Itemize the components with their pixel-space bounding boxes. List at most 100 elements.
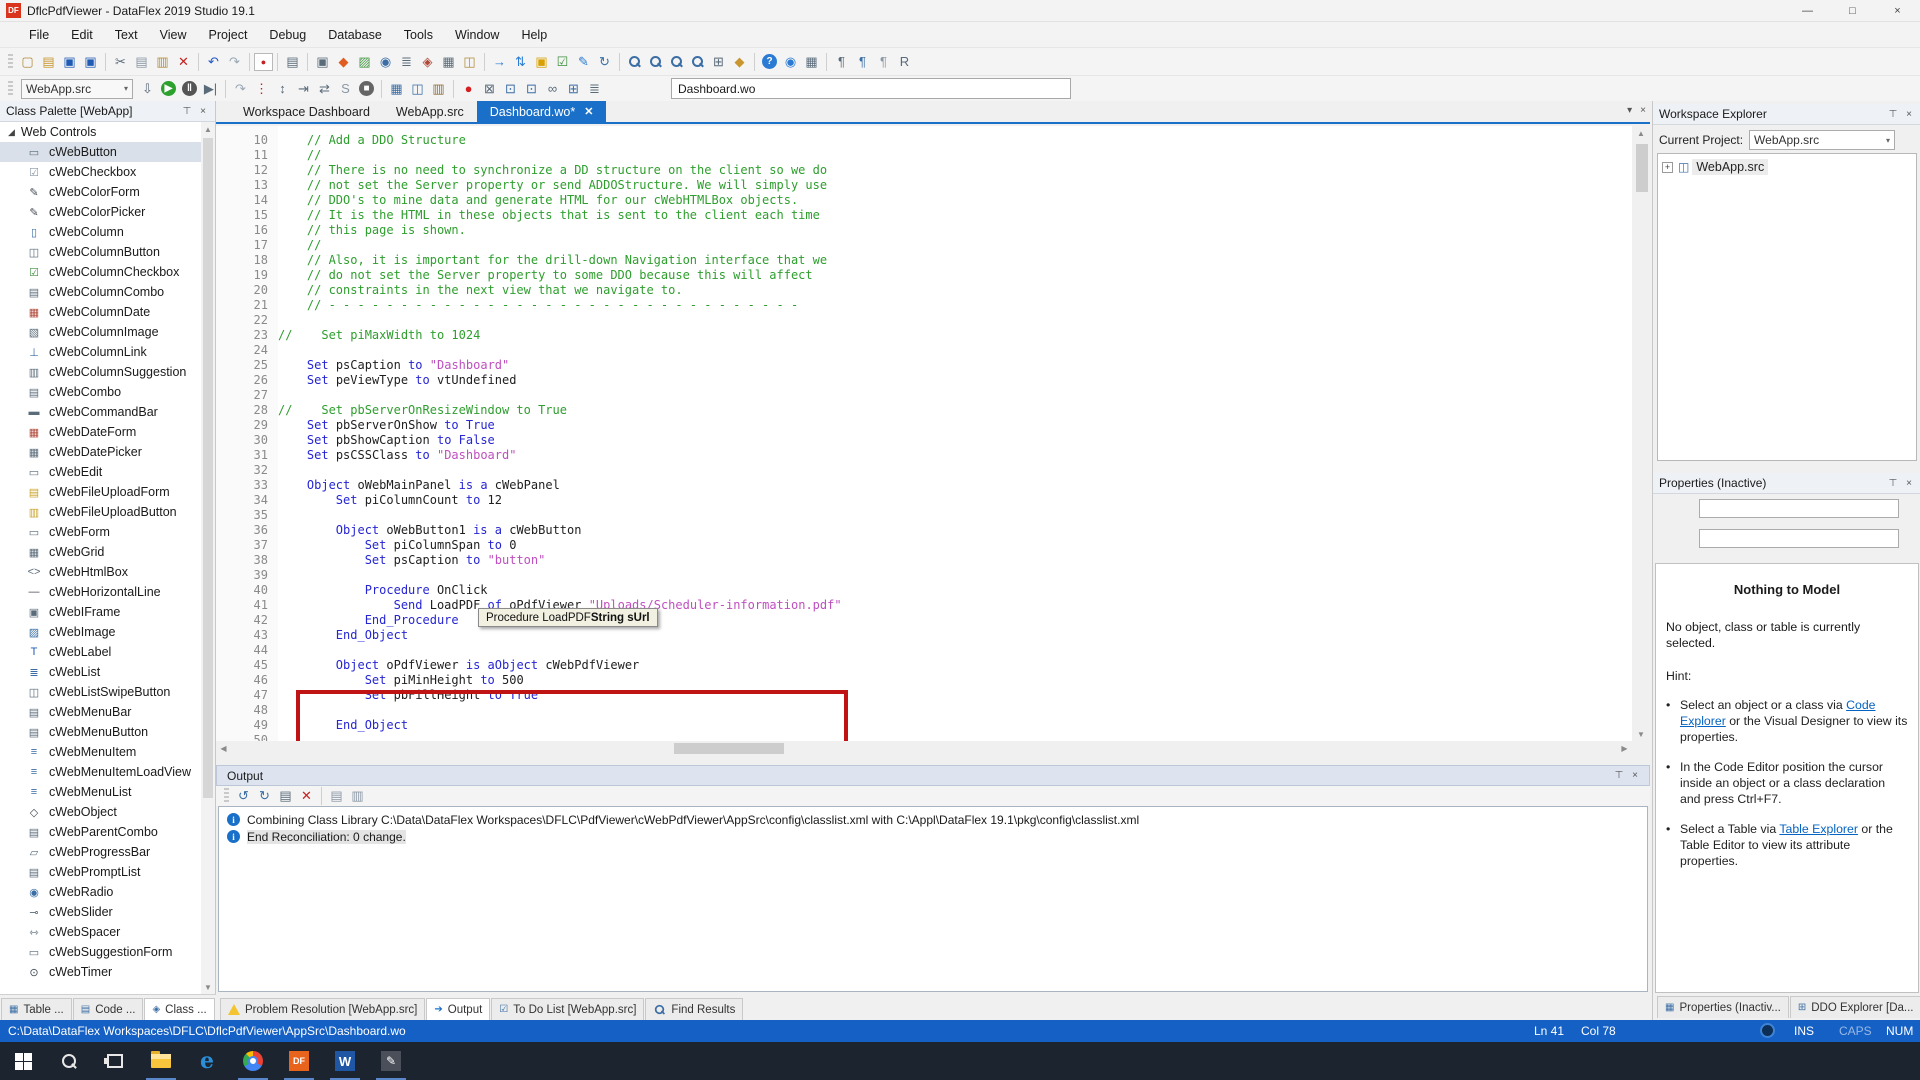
palette-item-cwebfileuploadform[interactable]: ▤cWebFileUploadForm [0,482,202,502]
run-to-cursor-icon[interactable]: ▶| [200,78,221,99]
image-tool-icon[interactable]: ▨ [354,51,375,72]
pen-app-icon[interactable]: ✎ [368,1042,414,1080]
open-workspace-icon[interactable]: ▤ [38,51,59,72]
scroll-down-icon[interactable]: ▼ [1634,727,1648,741]
menu-database[interactable]: Database [317,25,393,45]
task-view-icon[interactable] [92,1042,138,1080]
tab-list-chevron-icon[interactable]: ▾ [1627,105,1632,116]
palette-item-cwebcommandbar[interactable]: ▬cWebCommandBar [0,402,202,422]
check-tool-icon[interactable]: ☑ [552,51,573,72]
palette-item-cweblist[interactable]: ≣cWebList [0,662,202,682]
dock-tab-ddoexplorerda[interactable]: ⊞DDO Explorer [Da... [1790,996,1920,1018]
tree-node-webapp[interactable]: + ◫ WebApp.src [1662,159,1912,175]
edge-icon[interactable]: e [184,1042,230,1080]
palette-tab-code[interactable]: ▤Code ... [73,998,144,1020]
scroll-up-icon[interactable]: ▲ [1634,126,1648,140]
menu-view[interactable]: View [149,25,198,45]
palette-item-cwebedit[interactable]: ▭cWebEdit [0,462,202,482]
records-icon[interactable]: R [894,51,915,72]
palette-item-cwebslider[interactable]: ⊸cWebSlider [0,902,202,922]
editor-tab-webapp.src[interactable]: WebApp.src [383,101,477,122]
palette-item-cwebfileuploadbutton[interactable]: ▥cWebFileUploadButton [0,502,202,522]
palette-tab-class[interactable]: ◈Class ... [144,998,214,1020]
bottom-tab-output[interactable]: ➔Output [426,998,490,1020]
output-line[interactable]: iEnd Reconciliation: 0 change. [219,828,1647,845]
palette-item-cweblabel[interactable]: TcWebLabel [0,642,202,662]
sync-icon[interactable]: ⇅ [510,51,531,72]
table-delete-icon[interactable]: ⊠ [479,78,500,99]
palette-item-cwebparentcombo[interactable]: ▤cWebParentCombo [0,822,202,842]
workspace-explorer-tree[interactable]: + ◫ WebApp.src [1657,153,1917,461]
palette-item-cwebcolumn[interactable]: ▯cWebColumn [0,222,202,242]
menu-file[interactable]: File [18,25,60,45]
menu-tools[interactable]: Tools [393,25,444,45]
scrollbar-thumb[interactable] [674,743,784,754]
list-tool-icon[interactable]: ≣ [396,51,417,72]
deploy-icon[interactable]: ⇩ [137,78,158,99]
find-previous-icon[interactable] [666,51,687,72]
pin-icon[interactable]: ⊤ [1611,768,1627,784]
binoculars-icon[interactable]: ∞ [542,78,563,99]
palette-item-cwebcolumndate[interactable]: ▦cWebColumnDate [0,302,202,322]
current-project-combo[interactable]: WebApp.src ▾ [1749,130,1895,150]
scroll-up-icon[interactable]: ▲ [201,122,215,136]
indent-paragraph-icon[interactable]: ¶ [831,51,852,72]
file-explorer-icon[interactable] [138,1042,184,1080]
palette-item-cwebcolumncheckbox[interactable]: ☑cWebColumnCheckbox [0,262,202,282]
palette-item-cwebcolumncombo[interactable]: ▤cWebColumnCombo [0,282,202,302]
bottom-tab-findresults[interactable]: Find Results [645,998,743,1020]
pin-icon[interactable]: ⊤ [1885,106,1901,122]
code-explorer-link[interactable]: Code Explorer [1680,698,1876,728]
palette-item-cwebimage[interactable]: ▨cWebImage [0,622,202,642]
help-icon[interactable]: ? [759,51,780,72]
undo-icon[interactable]: ↶ [203,51,224,72]
table-open-icon[interactable]: ▥ [428,78,449,99]
next-message-icon[interactable]: ↻ [254,786,275,807]
palette-item-cwebspacer[interactable]: ⇿cWebSpacer [0,922,202,942]
word-icon[interactable]: W [322,1042,368,1080]
find-in-files-icon[interactable] [687,51,708,72]
dock-tab-propertiesinactiv[interactable]: ▦Properties (Inactiv... [1657,996,1789,1018]
grid-switch-icon[interactable]: ⊞ [563,78,584,99]
scroll-left-icon[interactable]: ◀ [216,741,231,756]
output-content[interactable]: iCombining Class Library C:\Data\DataFle… [218,806,1648,992]
start-button[interactable] [0,1042,46,1080]
step-into-icon[interactable]: ⇥ [293,78,314,99]
paragraph-marks-icon[interactable]: ¶ [873,51,894,72]
save-icon[interactable]: ▣ [59,51,80,72]
menu-help[interactable]: Help [510,25,558,45]
tree-expander-icon[interactable]: + [1662,162,1673,173]
pin-icon[interactable]: ⊤ [179,103,195,119]
palette-item-cwebradio[interactable]: ◉cWebRadio [0,882,202,902]
palette-tool-icon[interactable]: ◈ [417,51,438,72]
palette-item-cwebhorizontalline[interactable]: —cWebHorizontalLine [0,582,202,602]
palette-item-cwebcolumnlink[interactable]: ⊥cWebColumnLink [0,342,202,362]
close-document-icon[interactable]: × [1640,105,1646,116]
class-palette-scrollbar[interactable]: ▲ ▼ [201,122,215,994]
copy-icon[interactable]: ▤ [131,51,152,72]
maximize-button[interactable]: □ [1830,0,1875,22]
new-file-icon[interactable]: ▢ [17,51,38,72]
palette-item-cwebcolumnbutton[interactable]: ◫cWebColumnButton [0,242,202,262]
scrollbar-thumb[interactable] [1636,144,1648,192]
scroll-right-icon[interactable]: ▶ [1617,741,1632,756]
palette-item-cwebprogressbar[interactable]: ▱cWebProgressBar [0,842,202,862]
bookmark-icon[interactable]: ⊞ [708,51,729,72]
trace-icon[interactable]: S [335,78,356,99]
print-icon[interactable]: ▤ [282,51,303,72]
scrollbar-thumb[interactable] [203,138,213,798]
menu-project[interactable]: Project [198,25,259,45]
dataflex-icon[interactable]: DF [276,1042,322,1080]
close-tab-icon[interactable]: ✕ [584,105,593,118]
palette-item-cwebbutton[interactable]: ▭cWebButton [0,142,202,162]
find-next-icon[interactable] [645,51,666,72]
table-tool-icon[interactable]: ▦ [438,51,459,72]
palette-item-cwebcolorpicker[interactable]: ✎cWebColorPicker [0,202,202,222]
palette-group-web-controls[interactable]: ◢Web Controls [0,122,202,142]
close-icon[interactable]: × [1627,768,1643,784]
code-editor[interactable]: 1011121314151617181920212223242526272829… [216,126,1632,741]
menu-edit[interactable]: Edit [60,25,104,45]
editor-horizontal-scrollbar[interactable]: ◀ ▶ [216,741,1632,756]
editor-vertical-scrollbar[interactable]: ▲ ▼ [1634,126,1650,741]
lock-icon[interactable]: ◆ [729,51,750,72]
